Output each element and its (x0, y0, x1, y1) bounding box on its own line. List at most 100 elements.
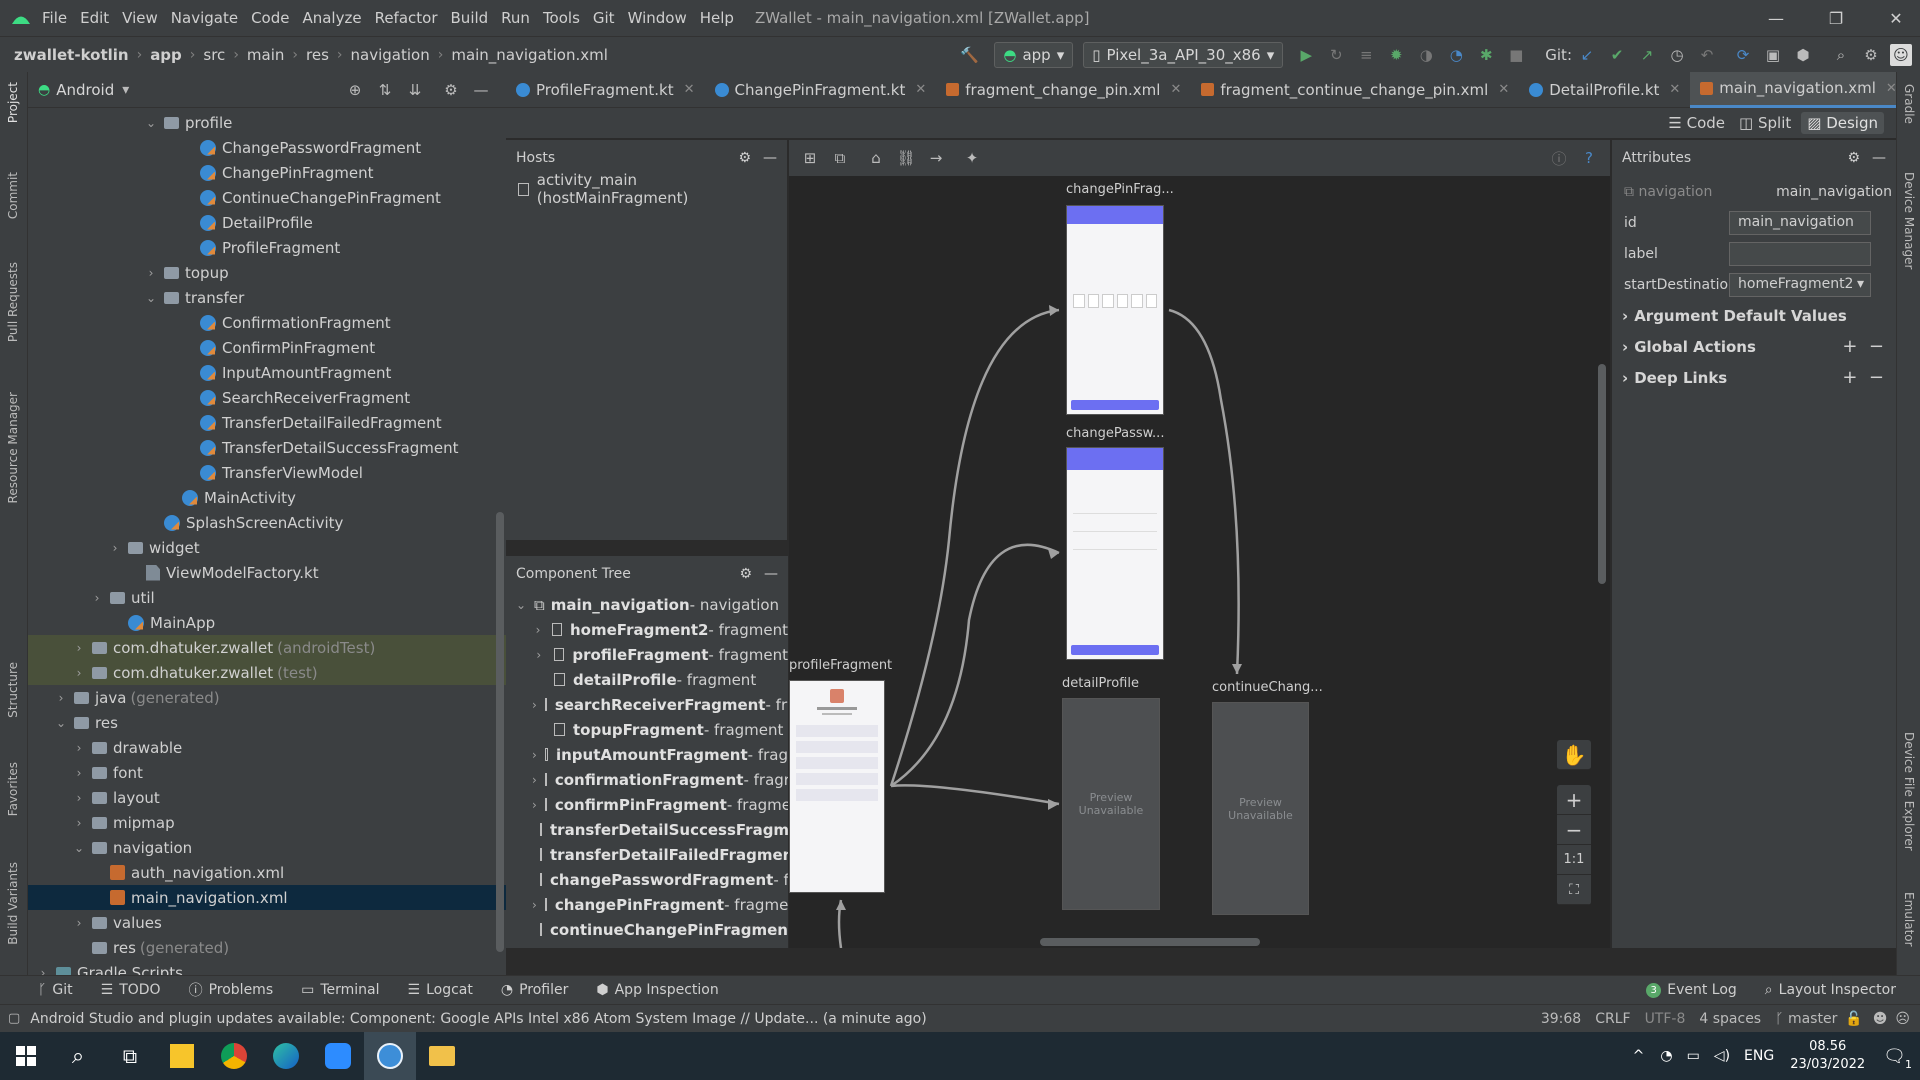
chevron-right-icon[interactable]: › (90, 591, 104, 605)
tree-item[interactable]: › widget (28, 535, 506, 560)
chevron-right-icon[interactable]: › (108, 541, 122, 555)
auto-arrange-icon[interactable]: ✦ (961, 147, 983, 169)
tree-item[interactable]: auth_navigation.xml (28, 860, 506, 885)
component-tree-item[interactable]: › confirmationFragment - fragr (506, 767, 788, 792)
host-item[interactable]: activity_main (hostMainFragment) (506, 171, 787, 207)
hide-icon[interactable]: — (764, 566, 778, 582)
settings-icon[interactable]: ⚙ (1860, 44, 1882, 66)
volume-icon[interactable]: ◁) (1714, 1048, 1730, 1064)
home-icon[interactable]: ⌂ (865, 147, 887, 169)
git-commit-icon[interactable]: ✔ (1606, 44, 1628, 66)
tool-tab-todo[interactable]: ☰ TODO (101, 982, 161, 998)
menu-view[interactable]: View (122, 9, 158, 27)
settings-icon[interactable]: ⚙ (739, 566, 752, 582)
breadcrumb-item[interactable]: res (306, 46, 329, 64)
deep-link-icon[interactable]: ⛓ (895, 147, 917, 169)
add-remove-icons[interactable]: + − (1842, 367, 1884, 388)
chevron-down-icon[interactable]: ▾ (122, 82, 129, 98)
chevron-right-icon[interactable]: › (72, 766, 86, 780)
changepin-screen[interactable] (1066, 205, 1164, 415)
profile-screen[interactable] (789, 680, 885, 893)
task-view-icon[interactable]: ⧉ (104, 1032, 156, 1080)
settings-icon[interactable]: ⚙ (738, 150, 751, 166)
menu-window[interactable]: Window (628, 9, 687, 27)
input-language[interactable]: ENG (1744, 1048, 1774, 1064)
editor-tab[interactable]: fragment_continue_change_pin.xml ✕ (1191, 72, 1519, 108)
menu-build[interactable]: Build (451, 9, 489, 27)
search-icon[interactable]: ⌕ (52, 1032, 104, 1080)
apply-changes-icon[interactable]: ↻ (1325, 44, 1347, 66)
tree-item[interactable]: MainActivity (28, 485, 506, 510)
run-config-dropdown[interactable]: ◓ app ▾ (994, 41, 1074, 68)
chevron-right-icon[interactable]: › (532, 773, 537, 787)
start-button[interactable] (0, 1032, 52, 1080)
restore-button[interactable]: ❐ (1814, 9, 1858, 28)
tree-item[interactable]: ProfileFragment (28, 235, 506, 260)
component-tree-item[interactable]: topupFragment - fragment (506, 717, 788, 742)
tool-tab-terminal[interactable]: ▭ Terminal (301, 982, 379, 998)
battery-icon[interactable]: ▭ (1687, 1048, 1700, 1064)
chevron-down-icon[interactable]: ⌄ (144, 116, 158, 130)
tree-item[interactable]: res (generated) (28, 935, 506, 960)
continuechange-screen[interactable]: Preview Unavailable (1212, 702, 1309, 915)
tree-item[interactable]: › values (28, 910, 506, 935)
component-tree-item[interactable]: transferDetailFailedFragment (506, 842, 788, 867)
editor-tab[interactable]: ChangePinFragment.kt ✕ (705, 72, 937, 108)
attribute-label-input[interactable] (1729, 241, 1871, 266)
tree-item[interactable]: › java (generated) (28, 685, 506, 710)
edge-icon[interactable] (260, 1032, 312, 1080)
nested-graph-icon[interactable]: ⧉ (829, 147, 851, 169)
tree-item[interactable]: ChangePasswordFragment (28, 135, 506, 160)
breadcrumb-item[interactable]: app (150, 46, 182, 64)
chevron-right-icon[interactable]: › (532, 648, 546, 662)
tree-item[interactable]: ViewModelFactory.kt (28, 560, 506, 585)
tree-item[interactable]: main_navigation.xml (28, 885, 506, 910)
split-mode-button[interactable]: ◫ Split (1739, 114, 1791, 132)
info-icon[interactable]: ⓘ (1548, 147, 1570, 169)
gradle-sync-icon[interactable]: ⟳ (1732, 44, 1754, 66)
chevron-right-icon[interactable]: › (72, 666, 86, 680)
tool-tab-profiler[interactable]: ◔ Profiler (501, 982, 569, 998)
section-argument-defaults[interactable]: › Argument Default Values (1612, 300, 1896, 331)
pull-requests-tool-tab[interactable]: Pull Requests (6, 262, 20, 342)
sdk-manager-icon[interactable]: ⬢ (1792, 44, 1814, 66)
menu-run[interactable]: Run (501, 9, 530, 27)
tree-item[interactable]: ⌄ navigation (28, 835, 506, 860)
tree-item[interactable]: SearchReceiverFragment (28, 385, 506, 410)
rollback-icon[interactable]: ↶ (1696, 44, 1718, 66)
chevron-right-icon[interactable]: › (532, 898, 537, 912)
component-tree-item[interactable]: › inputAmountFragment - frag (506, 742, 788, 767)
tree-item[interactable]: ⌄ transfer (28, 285, 506, 310)
line-separator[interactable]: CRLF (1595, 1011, 1630, 1027)
locate-icon[interactable]: ⊕ (344, 79, 366, 101)
canvas-vertical-scrollbar[interactable] (1598, 364, 1606, 584)
component-tree-item[interactable]: › changePinFragment - fragmer (506, 892, 788, 917)
design-mode-button[interactable]: ▨ Design (1801, 112, 1884, 134)
chevron-right-icon[interactable]: › (72, 641, 86, 655)
menu-git[interactable]: Git (593, 9, 615, 27)
build-variants-tool-tab[interactable]: Build Variants (6, 862, 20, 945)
tree-item[interactable]: InputAmountFragment (28, 360, 506, 385)
chevron-right-icon[interactable]: › (532, 798, 537, 812)
breadcrumb-item[interactable]: main (247, 46, 284, 64)
breadcrumb-item[interactable]: navigation (351, 46, 430, 64)
chevron-right-icon[interactable]: › (72, 916, 86, 930)
zoom-app-icon[interactable] (312, 1032, 364, 1080)
component-tree-item[interactable]: detailProfile - fragment (506, 667, 788, 692)
tool-tab-problems[interactable]: ⓘ Problems (189, 980, 274, 1000)
search-icon[interactable]: ⌕ (1830, 44, 1852, 66)
component-tree-item[interactable]: › profileFragment - fragment (506, 642, 788, 667)
status-message[interactable]: Android Studio and plugin updates availa… (30, 1011, 926, 1027)
tree-item[interactable]: TransferViewModel (28, 460, 506, 485)
android-studio-taskbar-icon[interactable] (364, 1032, 416, 1080)
hide-icon[interactable]: — (470, 79, 492, 101)
tool-tab-git[interactable]: ᚴ Git (38, 982, 73, 998)
tree-item[interactable]: › drawable (28, 735, 506, 760)
tree-item[interactable]: ⌄ profile (28, 110, 506, 135)
chevron-down-icon[interactable]: ⌄ (514, 598, 528, 612)
git-push-icon[interactable]: ↗ (1636, 44, 1658, 66)
new-destination-icon[interactable]: ⊞ (799, 147, 821, 169)
menu-edit[interactable]: Edit (80, 9, 109, 27)
tree-item[interactable]: › font (28, 760, 506, 785)
zoom-reset-button[interactable]: 1:1 (1557, 845, 1591, 875)
